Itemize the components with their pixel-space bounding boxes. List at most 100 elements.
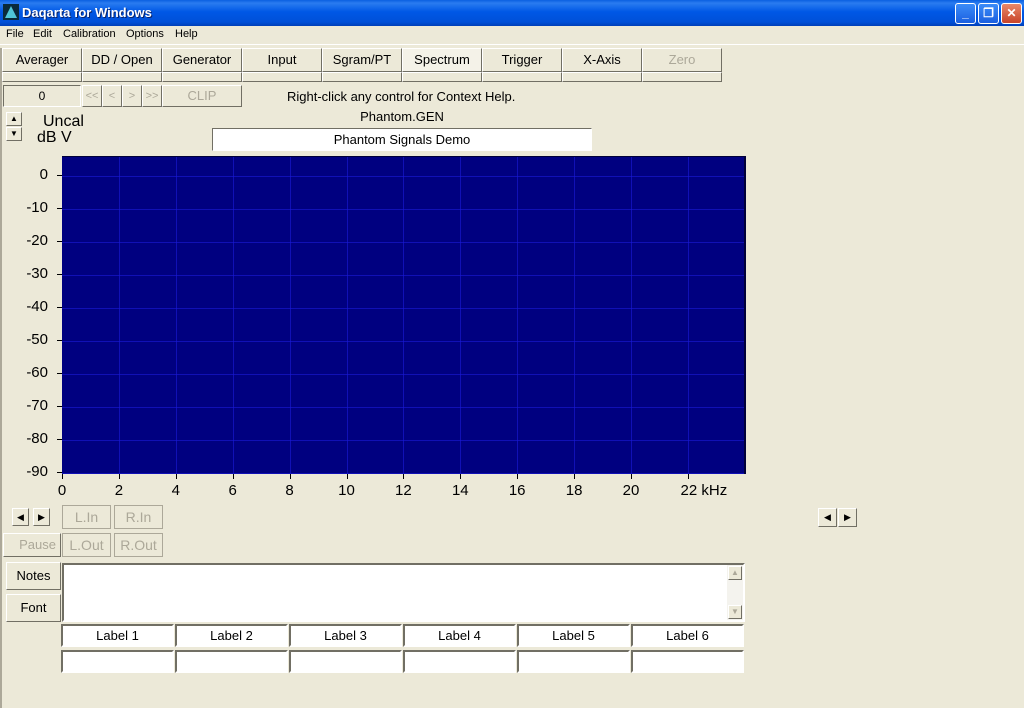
- grid-line-horizontal: [62, 242, 744, 243]
- right-scroll-left-button[interactable]: ◀: [818, 508, 837, 527]
- x-tick-label: 18: [565, 482, 583, 499]
- x-tick: [631, 474, 632, 479]
- grid-line-vertical: [403, 157, 405, 474]
- label-1-value[interactable]: [61, 650, 174, 673]
- last-frame-button[interactable]: >>: [142, 85, 162, 107]
- label-6-value[interactable]: [631, 650, 744, 673]
- notes-scrollbar[interactable]: ▲ ▼: [727, 565, 743, 620]
- grid-line-vertical: [346, 157, 348, 474]
- frame-counter[interactable]: 0: [3, 85, 81, 107]
- menu-help[interactable]: Help: [175, 28, 198, 40]
- tab-trigger[interactable]: Trigger: [482, 48, 562, 72]
- tab-sgram-pt[interactable]: Sgram/PT: [322, 48, 402, 72]
- label-5[interactable]: Label 5: [517, 624, 630, 647]
- menu-edit[interactable]: Edit: [33, 28, 52, 40]
- pause-button[interactable]: Pause: [3, 533, 61, 557]
- x-tick: [232, 474, 234, 479]
- tab-dd-open[interactable]: DD / Open: [82, 48, 162, 72]
- next-frame-button[interactable]: >: [122, 85, 142, 107]
- restore-button[interactable]: ❐: [978, 3, 999, 24]
- scroll-down-arrow-icon[interactable]: ▼: [728, 605, 742, 619]
- label-3-value[interactable]: [289, 650, 402, 673]
- scroll-up-arrow-icon[interactable]: ▲: [728, 566, 742, 580]
- tab-generator[interactable]: Generator: [162, 48, 242, 72]
- x-tick: [175, 474, 177, 479]
- label-1[interactable]: Label 1: [61, 624, 174, 647]
- y-tick-label: -40: [26, 298, 48, 315]
- y-tick: [57, 307, 62, 308]
- grid-line-horizontal: [62, 275, 744, 276]
- tab-indicator: [82, 72, 162, 82]
- menu-file[interactable]: File: [6, 28, 24, 40]
- label-4[interactable]: Label 4: [403, 624, 516, 647]
- font-button[interactable]: Font: [6, 594, 61, 622]
- minimize-button[interactable]: _: [955, 3, 976, 24]
- grid-line-vertical: [175, 157, 177, 474]
- first-frame-button[interactable]: <<: [82, 85, 102, 107]
- tab-averager[interactable]: Averager: [2, 48, 82, 72]
- range-down-button[interactable]: ▼: [6, 127, 22, 141]
- x-tick-label: 12: [395, 482, 412, 499]
- label-4-value[interactable]: [403, 650, 516, 673]
- y-tick-label: -50: [26, 331, 48, 348]
- scroll-right-button[interactable]: ▶: [33, 508, 50, 526]
- x-tick: [517, 474, 519, 479]
- tab-zero[interactable]: Zero: [642, 48, 722, 72]
- scroll-left-button[interactable]: ◀: [12, 508, 29, 526]
- l-in-button[interactable]: L.In: [62, 505, 111, 529]
- x-tick-label: 0: [57, 482, 67, 499]
- notes-button[interactable]: Notes: [6, 562, 61, 590]
- x-tick-label: 8: [285, 482, 294, 499]
- tab-spectrum[interactable]: Spectrum: [402, 48, 482, 72]
- grid-line-vertical: [687, 157, 689, 474]
- grid-line-horizontal: [62, 176, 744, 177]
- x-tick-label: 16: [508, 482, 526, 499]
- x-tick: [346, 474, 348, 479]
- menu-options[interactable]: Options: [126, 28, 164, 40]
- grid-line-vertical: [631, 157, 632, 474]
- y-tick-label: -20: [26, 232, 48, 249]
- clip-indicator: CLIP: [162, 85, 242, 107]
- grid-line-horizontal: [62, 308, 744, 309]
- r-out-button[interactable]: R.Out: [114, 533, 163, 557]
- y-tick: [57, 208, 62, 209]
- right-scroll-right-button[interactable]: ▶: [838, 508, 857, 527]
- title-bar: Daqarta for Windows _ ❐ ✕: [0, 0, 1024, 26]
- grid-line-vertical: [574, 157, 576, 474]
- grid-line-horizontal: [62, 374, 744, 375]
- tab-indicator: [2, 72, 82, 82]
- notes-textarea[interactable]: ▲ ▼: [62, 563, 745, 622]
- y-tick: [57, 274, 62, 275]
- y-tick: [57, 175, 62, 176]
- y-tick-label: -30: [26, 265, 48, 282]
- grid-line-vertical: [118, 157, 120, 474]
- l-out-button[interactable]: L.Out: [62, 533, 111, 557]
- label-6[interactable]: Label 6: [631, 624, 744, 647]
- r-in-button[interactable]: R.In: [114, 505, 163, 529]
- close-button[interactable]: ✕: [1001, 3, 1022, 24]
- y-tick: [57, 241, 62, 242]
- spectrum-plot[interactable]: [62, 156, 746, 474]
- y-tick: [57, 439, 62, 440]
- y-tick-label: -90: [26, 463, 48, 480]
- label-5-value[interactable]: [517, 650, 630, 673]
- tab-x-axis[interactable]: X-Axis: [562, 48, 642, 72]
- x-tick-label: 2: [114, 482, 124, 499]
- prev-frame-button[interactable]: <: [102, 85, 122, 107]
- app-icon: [3, 4, 19, 20]
- range-up-button[interactable]: ▲: [6, 112, 22, 126]
- x-tick: [687, 474, 689, 479]
- title-field[interactable]: Phantom Signals Demo: [212, 128, 592, 151]
- x-tick: [62, 474, 63, 479]
- tab-indicator: [322, 72, 402, 82]
- menu-calibration[interactable]: Calibration: [63, 28, 116, 40]
- tab-indicator: [642, 72, 722, 82]
- label-2-value[interactable]: [175, 650, 288, 673]
- tab-indicator: [562, 72, 642, 82]
- label-2[interactable]: Label 2: [175, 624, 288, 647]
- label-3[interactable]: Label 3: [289, 624, 402, 647]
- grid-line-horizontal: [62, 341, 744, 342]
- tab-input[interactable]: Input: [242, 48, 322, 72]
- grid-line-vertical: [232, 157, 234, 474]
- x-tick-label: 6: [228, 482, 237, 499]
